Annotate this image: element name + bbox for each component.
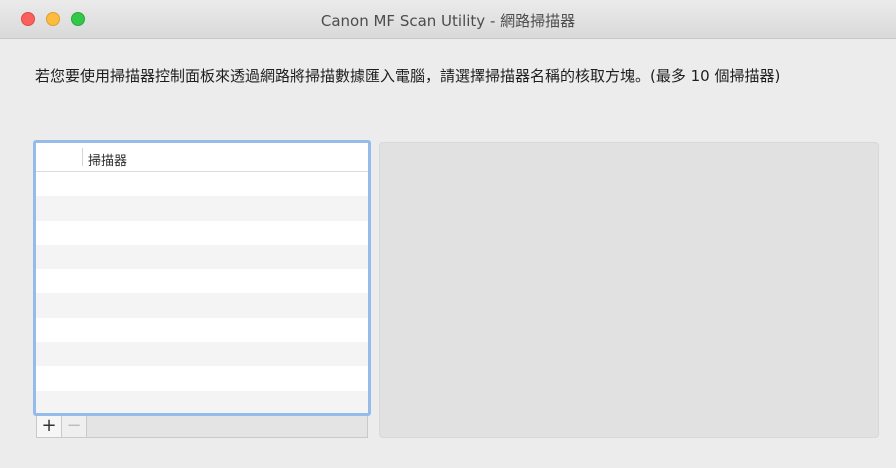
table-button-bar: + − (36, 416, 368, 438)
column-header-scanner[interactable]: 掃描器 (88, 150, 127, 169)
scanner-detail-panel (379, 142, 879, 438)
remove-scanner-button[interactable]: − (62, 416, 87, 437)
table-row[interactable] (36, 269, 368, 294)
instruction-text: 若您要使用掃描器控制面板來透過網路將掃描數據匯入電腦，請選擇掃描器名稱的核取方塊… (35, 67, 781, 85)
table-row[interactable] (36, 196, 368, 221)
plus-icon: + (41, 415, 57, 436)
table-row[interactable] (36, 172, 368, 197)
table-row[interactable] (36, 220, 368, 245)
table-row[interactable] (36, 342, 368, 367)
table-row[interactable] (36, 293, 368, 318)
scanner-table[interactable]: 掃描器 (33, 140, 371, 416)
add-scanner-button[interactable]: + (37, 416, 62, 437)
table-row[interactable] (36, 390, 368, 413)
table-header: 掃描器 (36, 143, 368, 172)
table-row[interactable] (36, 317, 368, 343)
table-body[interactable] (36, 172, 368, 413)
title-bar[interactable]: Canon MF Scan Utility - 網路掃描器 (0, 0, 896, 39)
window-title: Canon MF Scan Utility - 網路掃描器 (320, 12, 576, 30)
app-window: Canon MF Scan Utility - 網路掃描器 若您要使用掃描器控制… (0, 0, 896, 468)
table-row[interactable] (36, 244, 368, 270)
minus-icon: − (66, 415, 82, 436)
table-row[interactable] (36, 366, 368, 391)
column-separator (82, 148, 83, 166)
